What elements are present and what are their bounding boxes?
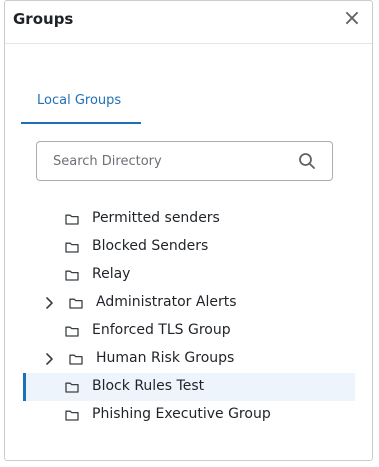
search-icon[interactable] xyxy=(298,152,316,170)
header-divider xyxy=(5,43,372,44)
groups-dialog: Groups × Local Groups Permitted senders B… xyxy=(4,0,373,461)
tree-item-label: Blocked Senders xyxy=(92,238,209,254)
tree-item-label: Enforced TLS Group xyxy=(92,322,231,338)
tree-item[interactable]: Permitted senders xyxy=(23,205,355,233)
group-tree: Permitted senders Blocked Senders Relay Adm… xyxy=(23,205,355,429)
tree-item[interactable]: Relay xyxy=(23,261,355,289)
dialog-title: Groups xyxy=(13,10,74,28)
chevron-right-icon[interactable] xyxy=(45,297,55,309)
folder-icon xyxy=(69,298,83,309)
tree-item[interactable]: Phishing Executive Group xyxy=(23,401,355,429)
tree-item[interactable]: Human Risk Groups xyxy=(23,345,355,373)
folder-icon xyxy=(65,326,79,337)
tree-item[interactable]: Administrator Alerts xyxy=(23,289,355,317)
tree-item-label: Relay xyxy=(92,266,131,282)
search-box xyxy=(36,141,333,181)
tree-item-label: Phishing Executive Group xyxy=(92,406,271,422)
tree-item[interactable]: Blocked Senders xyxy=(23,233,355,261)
folder-icon xyxy=(65,410,79,421)
tree-item-label: Block Rules Test xyxy=(92,378,205,394)
folder-icon xyxy=(69,354,83,365)
tree-item-label: Permitted senders xyxy=(92,210,220,226)
tree-item-label: Administrator Alerts xyxy=(96,294,237,310)
tree-item[interactable]: Enforced TLS Group xyxy=(23,317,355,345)
close-icon: × xyxy=(342,6,362,31)
tree-item[interactable]: Block Rules Test xyxy=(23,373,355,401)
folder-icon xyxy=(65,270,79,281)
chevron-right-icon[interactable] xyxy=(45,353,55,365)
folder-icon xyxy=(65,382,79,393)
tree-item-label: Human Risk Groups xyxy=(96,350,235,366)
search-input[interactable] xyxy=(51,152,285,170)
close-button[interactable]: × xyxy=(342,6,362,31)
folder-icon xyxy=(65,214,79,225)
tab-label: Local Groups xyxy=(37,93,122,108)
folder-icon xyxy=(65,242,79,253)
tab-local-groups[interactable]: Local Groups xyxy=(21,83,141,124)
